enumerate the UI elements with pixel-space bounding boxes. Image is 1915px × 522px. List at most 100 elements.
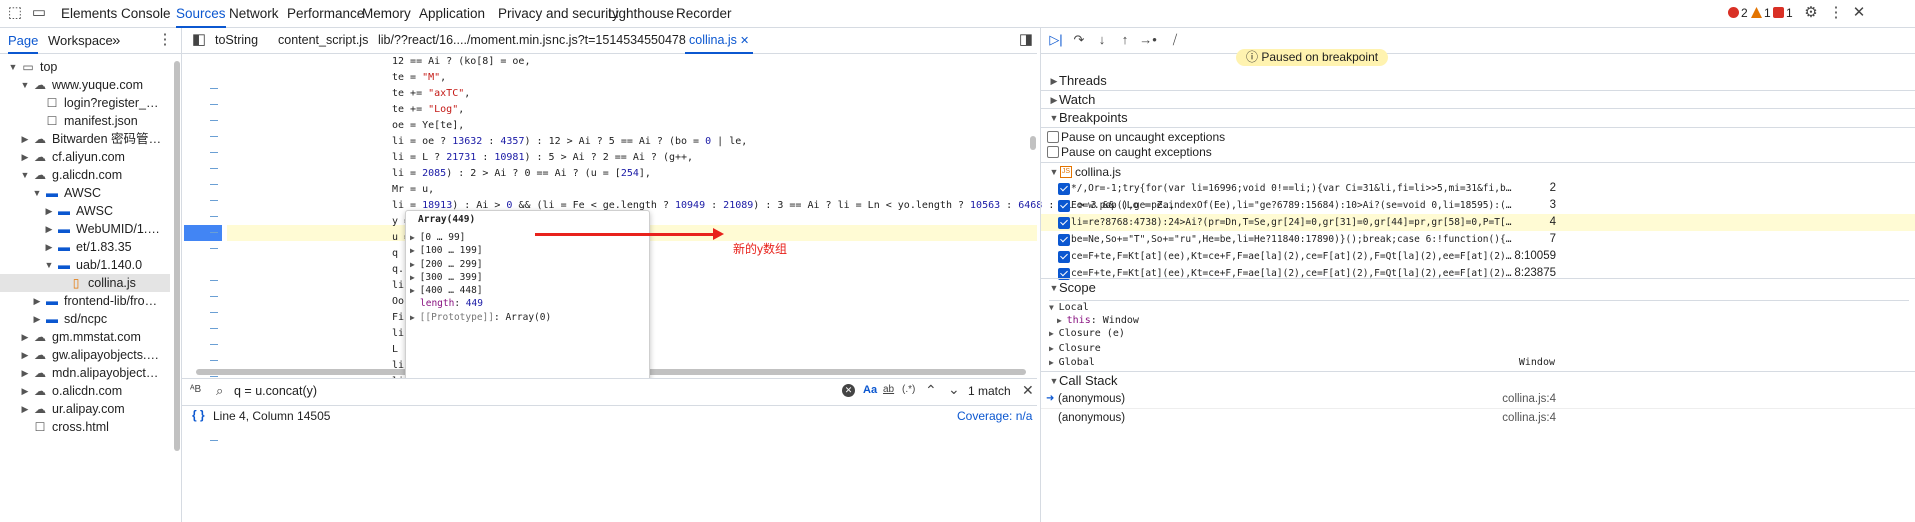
tab-network[interactable]: Network — [229, 0, 279, 27]
close-search-icon[interactable]: ✕ — [1022, 382, 1034, 399]
resume-icon[interactable]: ▷| — [1046, 31, 1066, 49]
tab-sources[interactable]: Sources — [176, 0, 226, 28]
regex-button[interactable]: (.*) — [902, 384, 915, 395]
scope-local[interactable]: ▼ Local — [1049, 300, 1909, 315]
tree-item[interactable]: ▼ ☁ www.yuque.com — [0, 76, 170, 94]
collapsed-arrow-icon[interactable]: ▶ — [20, 364, 30, 382]
tree-item[interactable]: ▶ ▬ frontend-lib/fronte... — [0, 292, 170, 310]
step-over-icon[interactable]: ↷ — [1069, 31, 1089, 49]
tab-recorder[interactable]: Recorder — [676, 0, 732, 27]
scope-this-row[interactable]: ▶ this: Window — [1057, 314, 1139, 328]
tree-item[interactable]: ▼ ▭ top — [0, 58, 170, 76]
whole-word-button[interactable]: ab — [883, 384, 894, 395]
expanded-arrow-icon[interactable]: ▼ — [20, 166, 30, 184]
collapsed-arrow-icon[interactable]: ▶ — [32, 310, 42, 328]
tree-item[interactable]: ▶ ☁ o.alicdn.com — [0, 382, 170, 400]
more-tabs-icon[interactable]: » — [112, 28, 120, 53]
tree-item[interactable]: ☐ cross.html — [0, 418, 170, 436]
call-frame[interactable]: ➜ (anonymous) collina.js:4 — [1041, 390, 1915, 408]
breakpoint-file-header[interactable]: ▼ JS collina.js — [1041, 162, 1915, 181]
expanded-arrow-icon[interactable]: ▼ — [44, 256, 54, 274]
breakpoint-checkbox[interactable] — [1058, 183, 1070, 195]
tab-application[interactable]: Application — [419, 0, 485, 27]
collapsed-arrow-icon[interactable]: ▶ — [44, 238, 54, 256]
tree-item[interactable]: ▼ ☁ g.alicdn.com — [0, 166, 170, 184]
inspect-element-icon[interactable]: ⬚ — [6, 4, 24, 22]
pause-caught-option[interactable]: Pause on caught exceptions — [1041, 143, 1915, 161]
breakpoint-item[interactable]: ce=F+te,F=Kt[at](ee),Kt=ce+F,F=ae[la](2)… — [1041, 248, 1915, 265]
toggle-navigator-icon[interactable]: ◧ — [190, 31, 208, 49]
tree-item[interactable]: ☐ manifest.json — [0, 112, 170, 130]
tab-performance[interactable]: Performance — [287, 0, 364, 27]
step-into-icon[interactable]: ↓ — [1092, 31, 1112, 49]
tree-item[interactable]: ☐ login?register_with_... — [0, 94, 170, 112]
tab-memory[interactable]: Memory — [362, 0, 411, 27]
array-chunk-row[interactable]: ▶ [0 … 99] — [410, 231, 465, 245]
pretty-print-icon[interactable]: { } — [192, 408, 205, 422]
tree-item[interactable]: ▶ ☁ ur.alipay.com — [0, 400, 170, 418]
step-out-icon[interactable]: ↑ — [1115, 31, 1135, 49]
deactivate-breakpoints-icon[interactable]: ⧸ — [1165, 31, 1185, 49]
collapsed-arrow-icon[interactable]: ▶ — [20, 400, 30, 418]
search-input[interactable]: q = u.concat(y) — [234, 384, 834, 398]
replace-toggle-icon[interactable]: ᴬB — [190, 384, 201, 395]
call-frame[interactable]: (anonymous) collina.js:4 — [1041, 408, 1915, 427]
breakpoint-checkbox[interactable] — [1058, 234, 1070, 246]
sidebar-scrollbar[interactable] — [174, 61, 180, 451]
tree-item[interactable]: ▼ ▬ uab/1.140.0 — [0, 256, 170, 274]
warning-badge[interactable]: 1 — [1751, 6, 1771, 20]
close-devtools-icon[interactable]: ✕ — [1850, 4, 1868, 22]
step-icon[interactable]: →• — [1138, 31, 1158, 49]
collapsed-arrow-icon[interactable]: ▶ — [32, 292, 42, 310]
breakpoint-item[interactable]: Ee=w.pop(),ge=pe.indexOf(Ee),li="ge?6789… — [1041, 197, 1915, 214]
expanded-arrow-icon[interactable]: ▼ — [20, 76, 30, 94]
pause-caught-checkbox[interactable] — [1047, 146, 1059, 158]
tree-item[interactable]: ▶ ▬ sd/ncpc — [0, 310, 170, 328]
clear-search-icon[interactable]: ✕ — [842, 384, 855, 397]
tree-item[interactable]: ▶ ▬ et/1.83.35 — [0, 238, 170, 256]
collapsed-arrow-icon[interactable]: ▶ — [20, 148, 30, 166]
watch-section-header[interactable]: ▶ Watch — [1041, 90, 1915, 109]
breakpoint-checkbox[interactable] — [1058, 217, 1070, 229]
breakpoint-item[interactable]: be=Ne,So+="T",So+="ru",He=be,li=He?11840… — [1041, 231, 1915, 248]
close-tab-icon[interactable]: ✕ — [737, 35, 749, 47]
tree-item[interactable]: ▶ ☁ gw.alipayobjects.com — [0, 346, 170, 364]
scope-closure[interactable]: ▶ Closure — [1049, 342, 1101, 356]
tab-elements[interactable]: Elements — [61, 0, 117, 27]
sidebar-menu-icon[interactable]: ⋮ — [156, 31, 174, 49]
breakpoint-item[interactable]: */,Or=-1;try{for(var li=16996;void 0!==l… — [1041, 180, 1915, 197]
device-toolbar-icon[interactable]: ▭ — [30, 4, 48, 22]
collapsed-arrow-icon[interactable]: ▶ — [20, 346, 30, 364]
scope-closure-e[interactable]: ▶ Closure (e) — [1049, 327, 1125, 341]
tab-privacy-and-security[interactable]: Privacy and security — [498, 0, 619, 27]
call-stack-section-header[interactable]: ▼ Call Stack — [1041, 371, 1915, 390]
tree-item[interactable]: ▶ ▬ AWSC — [0, 202, 170, 220]
breakpoint-checkbox[interactable] — [1058, 251, 1070, 263]
tree-item[interactable]: ▶ ☁ mdn.alipayobjects.com — [0, 364, 170, 382]
array-chunk-row[interactable]: ▶ [300 … 399] — [410, 271, 483, 285]
tree-item[interactable]: ▯ collina.js — [0, 274, 170, 292]
error-badge[interactable]: 2 — [1728, 6, 1748, 20]
breakpoints-section-header[interactable]: ▼ Breakpoints — [1041, 108, 1915, 127]
scope-section-header[interactable]: ▼ Scope — [1041, 278, 1915, 297]
expanded-arrow-icon[interactable]: ▼ — [8, 58, 18, 76]
collapsed-arrow-icon[interactable]: ▶ — [44, 202, 54, 220]
editor-tab[interactable]: nc.js?t=1514534550478 — [552, 28, 686, 53]
tree-item[interactable]: ▶ ☁ gm.mmstat.com — [0, 328, 170, 346]
breakpoint-item[interactable]: li=re?8768:4738):24>Ai?(pr=Dn,T=Se,gr[24… — [1041, 214, 1915, 231]
array-chunk-row[interactable]: ▶ [200 … 299] — [410, 258, 483, 272]
tab-workspace[interactable]: Workspace — [48, 28, 113, 53]
tab-console[interactable]: Console — [121, 0, 171, 27]
settings-gear-icon[interactable]: ⚙ — [1802, 4, 1820, 22]
match-case-button[interactable]: Aa — [863, 384, 877, 396]
tree-item[interactable]: ▶ ▬ WebUMID/1.93.0 — [0, 220, 170, 238]
expanded-arrow-icon[interactable]: ▼ — [32, 184, 42, 202]
next-match-icon[interactable]: ⌄ — [948, 381, 960, 398]
collapsed-arrow-icon[interactable]: ▶ — [20, 130, 30, 148]
toggle-debugger-icon[interactable]: ◨ — [1017, 31, 1035, 49]
tab-page[interactable]: Page — [8, 28, 39, 54]
scope-global[interactable]: ▶ Global Window — [1049, 356, 1909, 370]
tree-item[interactable]: ▶ ☁ Bitwarden 密码管理器 — [0, 130, 170, 148]
editor-tab[interactable]: toString — [215, 28, 258, 53]
threads-section-header[interactable]: ▶ Threads — [1041, 72, 1915, 90]
